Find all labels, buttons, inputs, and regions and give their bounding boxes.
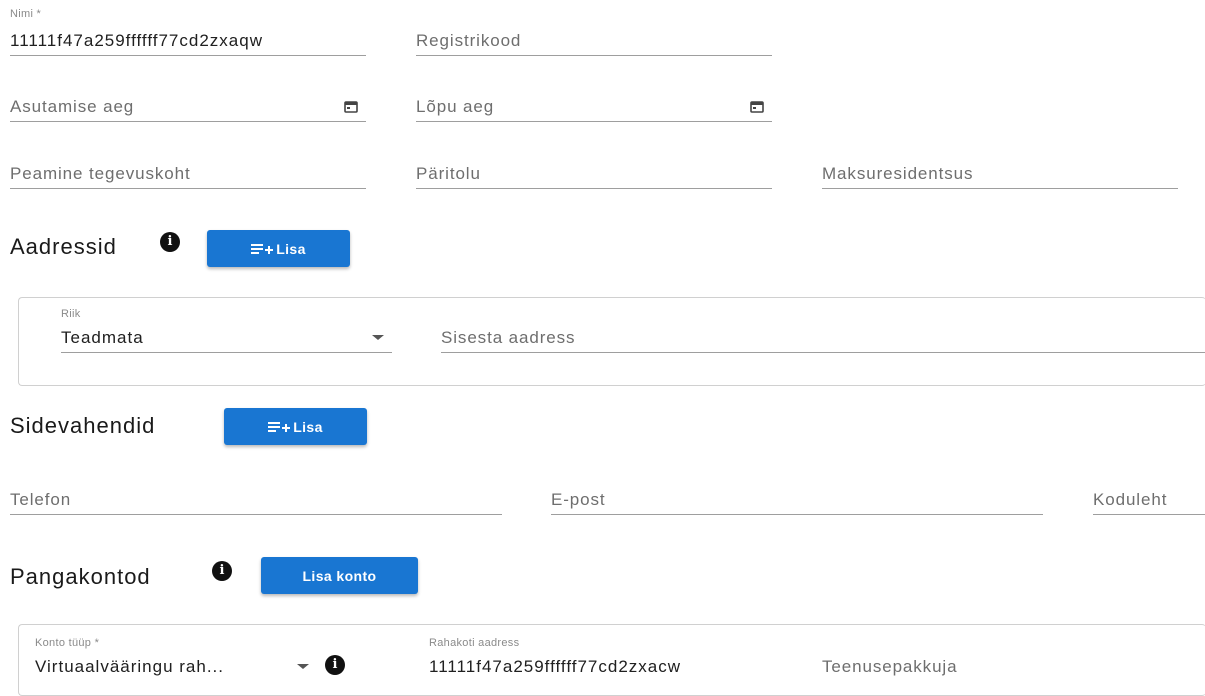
service-provider-field[interactable]: Teenusepakkuja bbox=[822, 637, 1177, 681]
wallet-address-value: 11111f47a259ffffff77cd2zxacw bbox=[429, 657, 682, 676]
playlist-add-icon bbox=[251, 243, 274, 254]
phone-placeholder: Telefon bbox=[10, 490, 72, 509]
founding-date-placeholder: Asutamise aeg bbox=[10, 97, 135, 116]
registry-code-field[interactable]: Registrikood bbox=[416, 8, 772, 56]
website-field[interactable]: Koduleht bbox=[1093, 476, 1205, 515]
calendar-icon[interactable] bbox=[750, 100, 764, 113]
wallet-address-field[interactable]: Rahakoti aadress 11111f47a259ffffff77cd2… bbox=[429, 637, 784, 681]
website-placeholder: Koduleht bbox=[1093, 490, 1168, 509]
info-icon[interactable]: i bbox=[212, 561, 232, 581]
email-field[interactable]: E-post bbox=[551, 476, 1043, 515]
info-icon[interactable]: i bbox=[160, 232, 180, 252]
add-bank-account-button-label: Lisa konto bbox=[302, 567, 377, 584]
service-provider-placeholder: Teenusepakkuja bbox=[822, 657, 958, 676]
wallet-address-label: Rahakoti aadress bbox=[429, 637, 520, 649]
address-input[interactable]: Sisesta aadress bbox=[441, 308, 1205, 353]
addresses-heading: Aadressid bbox=[10, 234, 117, 259]
bank-account-card: Konto tüüp * Virtuaalvääringu rah... i R… bbox=[18, 624, 1205, 696]
contacts-heading: Sidevahendid bbox=[10, 413, 156, 438]
address-input-placeholder: Sisesta aadress bbox=[441, 328, 576, 347]
account-type-label: Konto tüüp * bbox=[35, 637, 100, 649]
account-type-value: Virtuaalvääringu rah... bbox=[35, 657, 225, 676]
email-placeholder: E-post bbox=[551, 490, 606, 509]
calendar-icon[interactable] bbox=[344, 100, 358, 113]
phone-field[interactable]: Telefon bbox=[10, 476, 502, 515]
add-contact-button[interactable]: Lisa bbox=[224, 408, 367, 445]
country-value: Teadmata bbox=[61, 328, 144, 347]
end-date-field[interactable]: Lõpu aeg bbox=[416, 80, 772, 122]
add-bank-account-button[interactable]: Lisa konto bbox=[261, 557, 418, 594]
name-label: Nimi * bbox=[10, 8, 42, 20]
address-card: Riik Teadmata Sisesta aadress bbox=[18, 297, 1205, 386]
country-label: Riik bbox=[61, 308, 81, 320]
add-contact-button-label: Lisa bbox=[293, 418, 323, 435]
bank-accounts-heading: Pangakontod bbox=[10, 564, 151, 589]
country-select[interactable]: Riik Teadmata bbox=[61, 308, 392, 353]
founding-date-field[interactable]: Asutamise aeg bbox=[10, 80, 366, 122]
info-icon[interactable]: i bbox=[325, 655, 345, 675]
playlist-add-icon bbox=[268, 421, 291, 432]
end-date-placeholder: Lõpu aeg bbox=[416, 97, 495, 116]
add-address-button-label: Lisa bbox=[276, 240, 306, 257]
origin-field[interactable]: Päritolu bbox=[416, 150, 772, 189]
account-type-select[interactable]: Konto tüüp * Virtuaalvääringu rah... i bbox=[35, 637, 345, 681]
name-field[interactable]: Nimi * 11111f47a259ffffff77cd2zxaqw bbox=[10, 8, 366, 56]
main-activity-place-placeholder: Peamine tegevuskoht bbox=[10, 164, 191, 183]
name-value: 11111f47a259ffffff77cd2zxaqw bbox=[10, 31, 263, 50]
chevron-down-icon[interactable] bbox=[297, 664, 309, 669]
add-address-button[interactable]: Lisa bbox=[207, 230, 350, 267]
tax-residency-field[interactable]: Maksuresidentsus bbox=[822, 150, 1178, 189]
tax-residency-placeholder: Maksuresidentsus bbox=[822, 164, 974, 183]
origin-placeholder: Päritolu bbox=[416, 164, 481, 183]
registry-code-placeholder: Registrikood bbox=[416, 31, 522, 50]
chevron-down-icon[interactable] bbox=[372, 335, 384, 340]
main-activity-place-field[interactable]: Peamine tegevuskoht bbox=[10, 150, 366, 189]
